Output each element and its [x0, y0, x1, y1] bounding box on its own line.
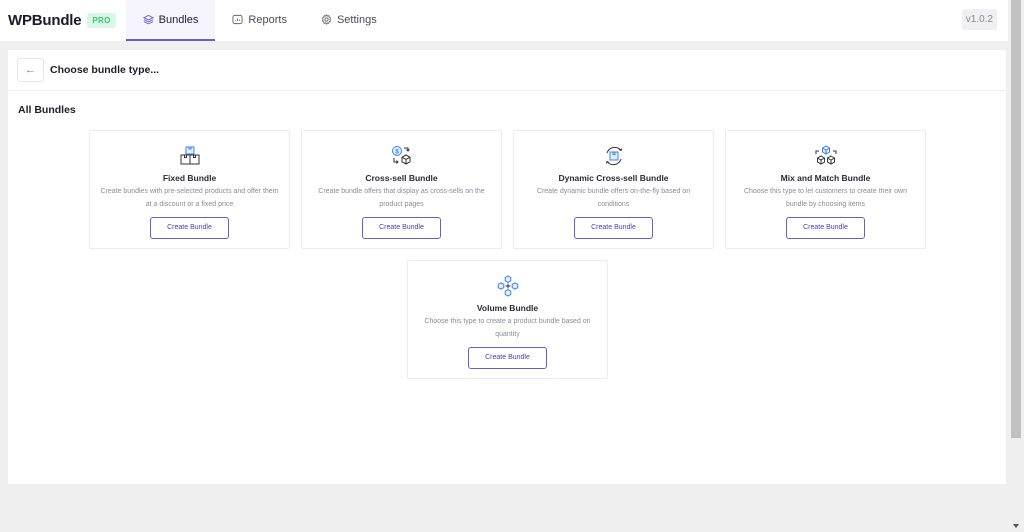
bundle-card-mix-match: Mix and Match Bundle Choose this type to…: [725, 130, 926, 249]
section-title: All Bundles: [18, 104, 76, 116]
chart-icon: [232, 14, 243, 25]
bundle-card-volume: Volume Bundle Choose this type to create…: [407, 260, 608, 379]
panel-header: ← Choose bundle type...: [8, 50, 1006, 91]
bundle-description: Create dynamic bundle offers on-the-fly …: [536, 188, 691, 208]
refresh-box-icon: [514, 142, 713, 170]
nav-tabs: Bundles Reports Settings: [125, 0, 394, 41]
top-nav: WPBundle PRO Bundles Reports Settings v1…: [0, 0, 1008, 41]
create-bundle-button[interactable]: Create Bundle: [150, 217, 229, 239]
bundle-title: Fixed Bundle: [162, 173, 217, 183]
version-badge: v1.0.2: [961, 9, 997, 30]
bundle-title: Dynamic Cross-sell Bundle: [558, 173, 669, 183]
tab-settings-label: Settings: [336, 13, 377, 26]
scrollbar-thumb[interactable]: [1011, 0, 1021, 438]
tab-bundles[interactable]: Bundles: [125, 0, 216, 41]
bundle-description: Choose this type to create a product bun…: [424, 318, 591, 338]
main-panel: ← Choose bundle type... All Bundles Fixe…: [8, 50, 1006, 484]
page-title: Choose bundle type...: [50, 64, 160, 76]
create-bundle-button[interactable]: Create Bundle: [468, 347, 547, 369]
dollar-exchange-icon: $: [302, 142, 501, 170]
scroll-down-icon[interactable]: [1013, 524, 1019, 528]
bundle-card-cross-sell: $ Cross-sell Bundle Create bundle offers…: [301, 130, 502, 249]
tab-settings[interactable]: Settings: [304, 0, 394, 41]
back-button[interactable]: ←: [17, 58, 44, 82]
layers-icon: [142, 14, 154, 25]
bundle-description: Create bundles with pre-selected product…: [100, 188, 279, 208]
create-bundle-button[interactable]: Create Bundle: [574, 217, 653, 239]
bundle-description: Choose this type to let customers to cre…: [743, 188, 908, 208]
bundle-card-dynamic-cross-sell: Dynamic Cross-sell Bundle Create dynamic…: [513, 130, 714, 249]
arrow-left-icon: ←: [25, 64, 36, 76]
tab-bundles-label: Bundles: [158, 13, 199, 26]
pro-badge: PRO: [87, 13, 116, 28]
bundle-title: Cross-sell Bundle: [365, 173, 438, 183]
tab-reports-label: Reports: [248, 13, 287, 26]
gear-icon: [321, 14, 332, 25]
create-bundle-button[interactable]: Create Bundle: [786, 217, 865, 239]
bundle-title: Mix and Match Bundle: [780, 173, 871, 183]
svg-text:$: $: [395, 149, 399, 156]
tab-reports[interactable]: Reports: [215, 0, 304, 41]
bundle-description: Create bundle offers that display as cro…: [318, 188, 485, 208]
brand-logo: WPBundle: [8, 12, 82, 29]
cubes-plus-icon: [408, 272, 607, 300]
boxes-stack-icon: [90, 142, 289, 170]
create-bundle-button[interactable]: Create Bundle: [362, 217, 441, 239]
bundle-title: Volume Bundle: [476, 303, 539, 313]
scrollbar[interactable]: [1008, 0, 1024, 532]
bundle-card-fixed: Fixed Bundle Create bundles with pre-sel…: [89, 130, 290, 249]
cubes-icon: [726, 142, 925, 170]
